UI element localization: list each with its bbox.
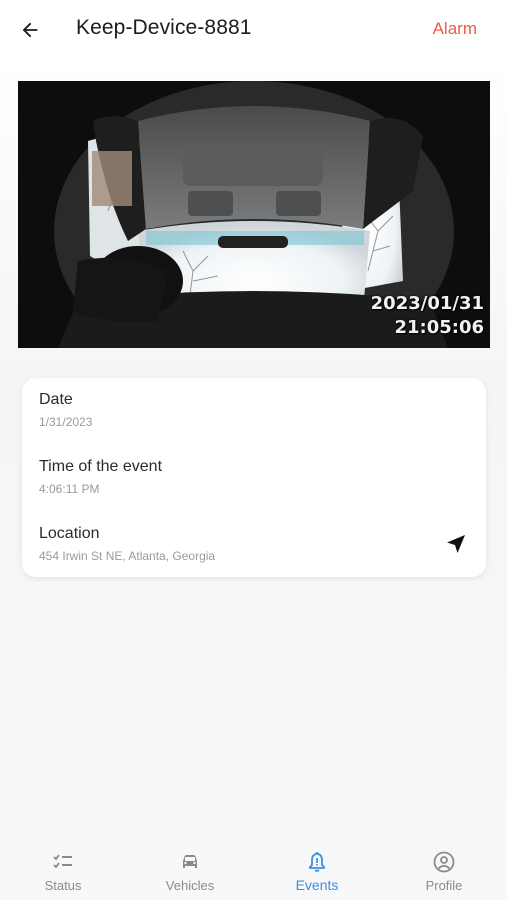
nav-label-events: Events (295, 877, 339, 893)
location-value: 454 Irwin St NE, Atlanta, Georgia (39, 549, 216, 563)
nav-item-profile[interactable]: Profile (381, 840, 507, 900)
navigation-arrow-icon[interactable] (444, 532, 468, 556)
nav-label-status: Status (44, 878, 82, 893)
video-timestamp-date: 2023/01/31 (370, 293, 484, 314)
arrow-left-icon (22, 22, 38, 38)
event-details-card: Date 1/31/2023 Time of the event 4:06:11… (22, 378, 486, 577)
date-label: Date (39, 391, 73, 408)
car-icon (183, 855, 197, 868)
bell-alert-icon (309, 852, 325, 872)
event-detail-screen: Keep-Device-8881 Alarm 2023/01/31 21:05:… (0, 0, 507, 900)
date-value: 1/31/2023 (39, 415, 93, 429)
nav-item-vehicles[interactable]: Vehicles (127, 840, 253, 900)
nav-item-status[interactable]: Status (0, 840, 126, 900)
page-title: Keep-Device-8881 (76, 16, 252, 39)
alarm-button[interactable]: Alarm (433, 19, 477, 39)
account-circle-icon (433, 851, 455, 873)
bottom-navigation: Status Vehicles Events Profile (0, 840, 507, 900)
nav-label-profile: Profile (425, 878, 463, 893)
app-header: Keep-Device-8881 Alarm (0, 0, 507, 60)
event-video-thumbnail[interactable]: 2023/01/31 21:05:06 (18, 81, 490, 348)
nav-label-vehicles: Vehicles (165, 878, 215, 893)
video-timestamp-time: 21:05:06 (394, 317, 484, 338)
checklist-icon (53, 854, 72, 869)
time-value: 4:06:11 PM (39, 482, 100, 496)
time-label: Time of the event (39, 458, 163, 475)
back-button[interactable] (14, 14, 46, 46)
nav-item-events[interactable]: Events (254, 840, 380, 900)
location-label: Location (39, 525, 100, 542)
